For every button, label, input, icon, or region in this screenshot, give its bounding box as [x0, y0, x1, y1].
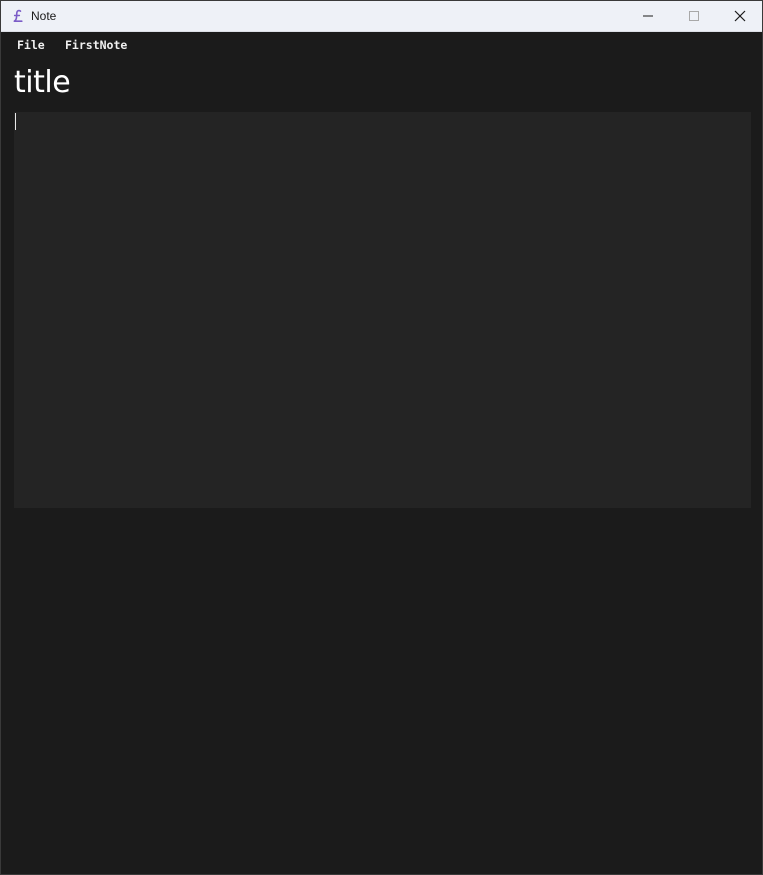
close-button[interactable] — [717, 1, 762, 31]
menu-firstnote[interactable]: FirstNote — [65, 38, 127, 52]
note-title[interactable]: title — [14, 62, 71, 104]
note-body-editor[interactable] — [14, 112, 751, 508]
menu-bar: File FirstNote — [1, 32, 762, 58]
maximize-icon — [689, 11, 699, 21]
text-caret — [15, 113, 16, 130]
title-bar[interactable]: Note — [1, 1, 762, 32]
menu-file[interactable]: File — [17, 38, 45, 52]
minimize-button[interactable] — [625, 1, 671, 31]
minimize-icon — [643, 15, 653, 17]
app-logo-icon — [13, 9, 23, 22]
app-window: Note File FirstNote title — [0, 0, 763, 875]
window-title: Note — [31, 9, 57, 23]
close-icon — [734, 10, 746, 22]
maximize-button[interactable] — [671, 1, 717, 31]
